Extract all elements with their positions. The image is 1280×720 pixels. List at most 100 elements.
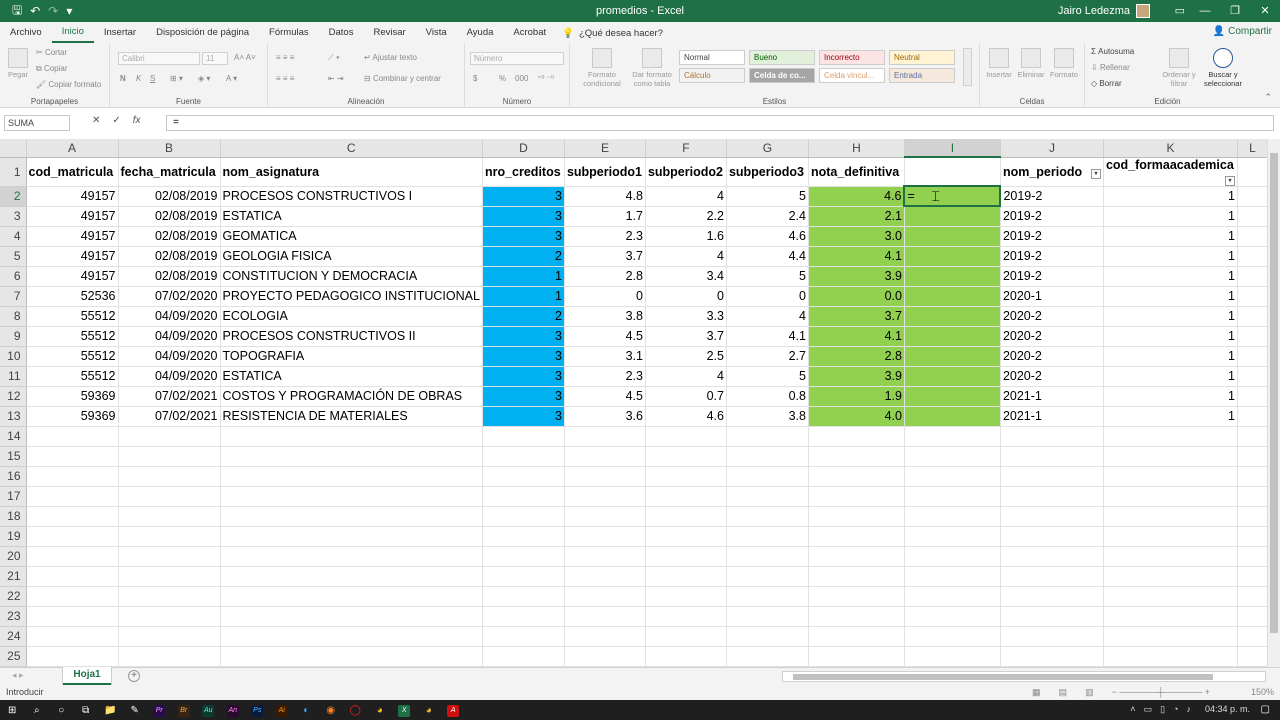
- cell-h22[interactable]: [808, 586, 905, 607]
- style-normal[interactable]: Normal: [679, 50, 745, 65]
- row-header[interactable]: 25: [0, 646, 27, 667]
- tray-expand-icon[interactable]: ˄: [1130, 704, 1135, 715]
- cell-j14[interactable]: [1000, 426, 1104, 447]
- worksheet-grid[interactable]: ABCDEFGHIJKL 1 cod_matricula fecha_matricu…: [0, 139, 1268, 687]
- cell-d4[interactable]: 3: [482, 226, 565, 247]
- cell-e1[interactable]: subperiodo1: [564, 157, 646, 187]
- sheet-nav-arrows[interactable]: ◂ ▸: [12, 670, 24, 681]
- cell-b7[interactable]: 07/02/2020: [118, 286, 221, 307]
- sheet-tab-hoja1[interactable]: Hoja1: [63, 667, 111, 685]
- cell-f12[interactable]: 0.7: [645, 386, 727, 407]
- cell-e25[interactable]: [564, 646, 646, 667]
- font-size-grow-icon[interactable]: A˄ A˅: [234, 53, 256, 62]
- cell-c8[interactable]: ECOLOGIA: [220, 306, 483, 327]
- cell-a22[interactable]: [26, 586, 119, 607]
- cell-k2[interactable]: 1: [1103, 186, 1238, 207]
- cell-l25[interactable]: [1237, 646, 1268, 667]
- cell-l16[interactable]: [1237, 466, 1268, 487]
- row-header[interactable]: 12: [0, 386, 27, 407]
- cell-f21[interactable]: [645, 566, 727, 587]
- style-entrada[interactable]: Entrada: [889, 68, 955, 83]
- cell-k14[interactable]: [1103, 426, 1238, 447]
- cell-l22[interactable]: [1237, 586, 1268, 607]
- cell-a20[interactable]: [26, 546, 119, 567]
- cell-k19[interactable]: [1103, 526, 1238, 547]
- font-color-icon[interactable]: A ▾: [226, 74, 237, 83]
- decimals-icon[interactable]: ⁺⁰ ⁻⁰: [537, 74, 554, 83]
- cell-e21[interactable]: [564, 566, 646, 587]
- column-header-a[interactable]: A: [26, 139, 119, 158]
- row-header[interactable]: 3: [0, 206, 27, 227]
- cell-k24[interactable]: [1103, 626, 1238, 647]
- column-header-b[interactable]: B: [118, 139, 221, 158]
- cell-g20[interactable]: [726, 546, 809, 567]
- cell-h24[interactable]: [808, 626, 905, 647]
- bridge-icon[interactable]: Br: [172, 704, 197, 717]
- tab-revisar[interactable]: Revisar: [363, 22, 415, 44]
- zoom-level[interactable]: 150%: [1251, 687, 1274, 697]
- cell-g11[interactable]: 5: [726, 366, 809, 387]
- cell-l9[interactable]: [1237, 326, 1268, 347]
- cell-b2[interactable]: 02/08/2019: [118, 186, 221, 207]
- cell-i8[interactable]: [904, 306, 1001, 327]
- style-calculo[interactable]: Cálculo: [679, 68, 745, 83]
- cell-d18[interactable]: [482, 506, 565, 527]
- row-header[interactable]: 22: [0, 586, 27, 607]
- cell-g3[interactable]: 2.4: [726, 206, 809, 227]
- cell-b21[interactable]: [118, 566, 221, 587]
- task-view-icon[interactable]: ⧉: [74, 705, 99, 716]
- cell-i2[interactable]: = ⌶: [903, 185, 1002, 207]
- cell-c18[interactable]: [220, 506, 483, 527]
- notifications-icon[interactable]: ▢: [1261, 704, 1270, 715]
- column-header-f[interactable]: F: [645, 139, 727, 158]
- cell-g7[interactable]: 0: [726, 286, 809, 307]
- cell-h9[interactable]: 4.1: [808, 326, 905, 347]
- cell-a5[interactable]: 49157: [26, 246, 119, 267]
- cell-f17[interactable]: [645, 486, 727, 507]
- horizontal-scrollbar[interactable]: [782, 671, 1266, 682]
- cell-f1[interactable]: subperiodo2: [645, 157, 727, 187]
- cell-h23[interactable]: [808, 606, 905, 627]
- cell-h17[interactable]: [808, 486, 905, 507]
- tab-datos[interactable]: Datos: [319, 22, 364, 44]
- cell-d3[interactable]: 3: [482, 206, 565, 227]
- cell-l13[interactable]: [1237, 406, 1268, 427]
- tab-ayuda[interactable]: Ayuda: [457, 22, 504, 44]
- cell-h7[interactable]: 0.0: [808, 286, 905, 307]
- cell-f19[interactable]: [645, 526, 727, 547]
- tab-acrobat[interactable]: Acrobat: [503, 22, 556, 44]
- wifi-icon[interactable]: ◔: [1173, 704, 1178, 715]
- cell-f6[interactable]: 3.4: [645, 266, 727, 287]
- row-header[interactable]: 13: [0, 406, 27, 427]
- cell-j8[interactable]: 2020-2: [1000, 306, 1104, 327]
- save-icon[interactable]: 🖫: [12, 1, 22, 22]
- cell-b4[interactable]: 02/08/2019: [118, 226, 221, 247]
- column-header-g[interactable]: G: [726, 139, 809, 158]
- cell-l18[interactable]: [1237, 506, 1268, 527]
- cell-i19[interactable]: [904, 526, 1001, 547]
- vertical-scrollbar[interactable]: [1267, 139, 1280, 667]
- column-header-i[interactable]: I: [904, 139, 1001, 158]
- cell-d23[interactable]: [482, 606, 565, 627]
- row-header[interactable]: 5: [0, 246, 27, 267]
- cell-e18[interactable]: [564, 506, 646, 527]
- cell-d1[interactable]: nro_creditos: [482, 157, 565, 187]
- cell-k16[interactable]: [1103, 466, 1238, 487]
- cell-d19[interactable]: [482, 526, 565, 547]
- cell-a2[interactable]: 49157: [26, 186, 119, 207]
- format-cells-button[interactable]: Formato: [1048, 48, 1080, 79]
- find-select-button[interactable]: Buscar y seleccionar: [1201, 48, 1245, 88]
- row-header[interactable]: 7: [0, 286, 27, 307]
- cell-b20[interactable]: [118, 546, 221, 567]
- cell-c21[interactable]: [220, 566, 483, 587]
- cell-g21[interactable]: [726, 566, 809, 587]
- page-break-icon[interactable]: ▥: [1085, 687, 1094, 698]
- cell-k1[interactable]: cod_formaacademica ▾: [1103, 157, 1238, 187]
- tab-insertar[interactable]: Insertar: [94, 22, 146, 44]
- cell-c1[interactable]: nom_asignatura: [220, 157, 483, 187]
- share-button[interactable]: 👤 Compartir: [1213, 26, 1272, 37]
- cell-l17[interactable]: [1237, 486, 1268, 507]
- cell-e8[interactable]: 3.8: [564, 306, 646, 327]
- cell-j4[interactable]: 2019-2: [1000, 226, 1104, 247]
- cell-k9[interactable]: 1: [1103, 326, 1238, 347]
